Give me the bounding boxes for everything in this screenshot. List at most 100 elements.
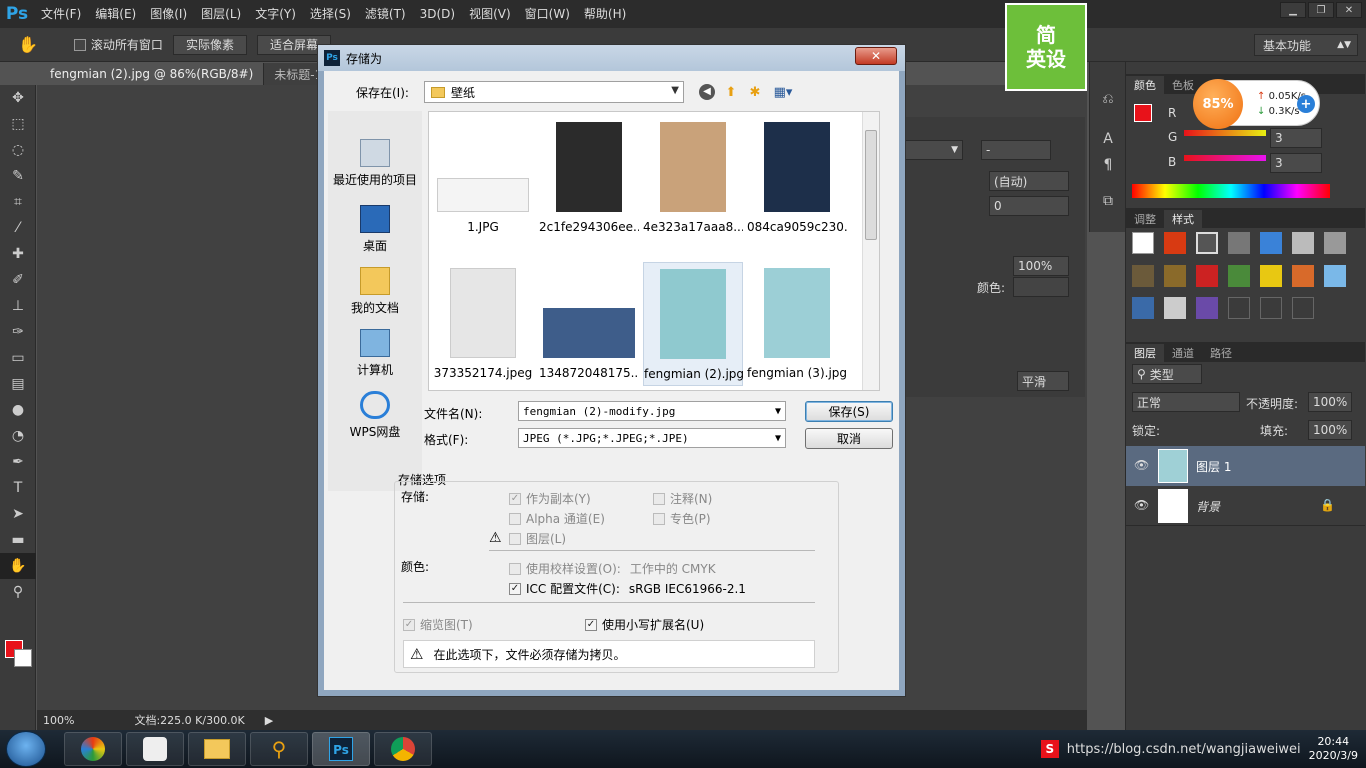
menu-view[interactable]: 视图(V)	[462, 0, 518, 28]
style-swatch[interactable]	[1228, 232, 1250, 254]
taskbar-app-icon[interactable]	[126, 732, 184, 766]
layers-checkbox[interactable]: 图层(L)	[509, 530, 566, 547]
anti-alias-select[interactable]: 平滑	[1017, 371, 1069, 391]
eye-icon[interactable]: 👁	[1134, 498, 1149, 512]
eraser-tool-icon[interactable]: ▭	[0, 345, 36, 371]
status-arrow-icon[interactable]: ▶	[265, 714, 273, 727]
style-none-swatch[interactable]	[1132, 232, 1154, 254]
zoom-level[interactable]: 100%	[43, 714, 74, 727]
file-item[interactable]: 2c1fe294306ee...	[539, 116, 639, 240]
view-menu-icon[interactable]: ▦▾	[770, 83, 796, 101]
path-select-tool-icon[interactable]: ➤	[0, 501, 36, 527]
file-item[interactable]: 1.JPG	[433, 116, 533, 240]
start-button[interactable]	[6, 731, 46, 767]
lowercase-ext-checkbox[interactable]: ✓ 使用小写扩展名(U)	[585, 616, 704, 633]
spot-checkbox[interactable]: 专色(P)	[653, 510, 711, 527]
history-brush-icon[interactable]: ✑	[0, 319, 36, 345]
tab-adjustments[interactable]: 调整	[1126, 210, 1164, 228]
notes-checkbox[interactable]: 注释(N)	[653, 490, 712, 507]
blur-tool-icon[interactable]: ●	[0, 397, 36, 423]
icc-checkbox[interactable]: ✓ ICC 配置文件(C): sRGB IEC61966-2.1	[509, 580, 746, 597]
menu-3d[interactable]: 3D(D)	[413, 0, 462, 28]
restore-button[interactable]: ❐	[1308, 2, 1334, 18]
layer-row[interactable]: 👁 背景 🔒	[1126, 486, 1365, 526]
new-folder-icon[interactable]: ✱	[746, 83, 764, 101]
blend-mode-select[interactable]: 正常	[1132, 392, 1240, 412]
sogou-ime-icon[interactable]: S	[1040, 740, 1059, 758]
file-item[interactable]: 4e323a17aaa8...	[643, 116, 743, 240]
zoom-tool-icon[interactable]: ⚲	[0, 579, 36, 605]
pen-tool-icon[interactable]: ✒	[0, 449, 36, 475]
style-swatch[interactable]	[1324, 264, 1346, 287]
font-size-select[interactable]: -	[981, 140, 1051, 160]
tab-paths[interactable]: 路径	[1202, 344, 1240, 362]
filename-input[interactable]: fengmian (2)-modify.jpg ▼	[518, 401, 786, 421]
style-swatch[interactable]	[1132, 297, 1154, 320]
style-swatch[interactable]	[1260, 232, 1282, 254]
g-value-input[interactable]: 3	[1270, 128, 1322, 148]
menu-edit[interactable]: 编辑(E)	[88, 0, 143, 28]
tab-channels[interactable]: 通道	[1164, 344, 1202, 362]
file-item[interactable]: 084ca9059c230...	[747, 116, 847, 240]
color-fg-swatch[interactable]	[1134, 104, 1152, 122]
background-color-swatch[interactable]	[14, 649, 32, 667]
style-swatch[interactable]	[1228, 264, 1250, 287]
thumbnail-checkbox[interactable]: ✓ 缩览图(T)	[403, 616, 473, 633]
taskbar-search-icon[interactable]: ⚲	[250, 732, 308, 766]
b-value-input[interactable]: 3	[1270, 153, 1322, 173]
menu-image[interactable]: 图像(I)	[143, 0, 194, 28]
taskbar-explorer-icon[interactable]	[188, 732, 246, 766]
close-window-button[interactable]: ✕	[1336, 2, 1362, 18]
style-swatch[interactable]	[1196, 232, 1218, 254]
up-folder-icon[interactable]: ⬆	[722, 83, 740, 101]
move-tool-icon[interactable]: ✥	[0, 85, 36, 111]
type-tool-icon[interactable]: T	[0, 475, 36, 501]
menu-layer[interactable]: 图层(L)	[194, 0, 248, 28]
tab-styles[interactable]: 样式	[1164, 210, 1202, 228]
leading-select[interactable]: (自动)	[989, 171, 1069, 191]
crop-tool-icon[interactable]: ⌗	[0, 189, 36, 215]
menu-select[interactable]: 选择(S)	[303, 0, 358, 28]
style-swatch[interactable]	[1164, 297, 1186, 320]
back-icon[interactable]: ◀	[698, 83, 716, 101]
save-in-combo[interactable]: 壁纸 ▼	[424, 81, 684, 103]
taskbar-app-icon[interactable]	[64, 732, 122, 766]
save-button[interactable]: 保存(S)	[805, 401, 893, 422]
place-documents[interactable]: 我的文档	[328, 267, 422, 316]
menu-help[interactable]: 帮助(H)	[577, 0, 633, 28]
dialog-close-button[interactable]: ✕	[855, 47, 897, 65]
layer-kind-filter[interactable]: ⚲ 类型	[1132, 364, 1202, 384]
dialog-title-bar[interactable]: Ps 存储为 ✕	[318, 45, 905, 71]
gradient-tool-icon[interactable]: ▤	[0, 371, 36, 397]
place-computer[interactable]: 计算机	[328, 329, 422, 378]
quick-select-tool-icon[interactable]: ✎	[0, 163, 36, 189]
horizontal-scale-input[interactable]: 100%	[1013, 256, 1069, 276]
stamp-tool-icon[interactable]: ⊥	[0, 293, 36, 319]
scrollbar-thumb[interactable]	[865, 130, 877, 240]
place-desktop[interactable]: 桌面	[328, 205, 422, 254]
b-slider[interactable]	[1184, 155, 1266, 161]
network-speed-widget[interactable]: 85% ↑ 0.05K/s ↓ 0.3K/s +	[1193, 79, 1320, 129]
style-swatch[interactable]	[1260, 297, 1282, 320]
fill-input[interactable]: 100%	[1308, 420, 1352, 440]
hand-tool-icon[interactable]: ✋	[0, 553, 36, 579]
font-style-select[interactable]: ▼	[905, 140, 963, 160]
history-panel-icon[interactable]: ⎌	[1090, 86, 1126, 112]
lasso-tool-icon[interactable]: ◌	[0, 137, 36, 163]
text-color-swatch[interactable]	[1013, 277, 1069, 297]
plus-icon[interactable]: +	[1297, 95, 1315, 113]
marquee-tool-icon[interactable]: ⬚	[0, 111, 36, 137]
menu-file[interactable]: 文件(F)	[34, 0, 88, 28]
style-swatch[interactable]	[1196, 264, 1218, 287]
menu-window[interactable]: 窗口(W)	[518, 0, 577, 28]
style-swatch[interactable]	[1292, 264, 1314, 287]
style-swatch[interactable]	[1164, 232, 1186, 254]
style-swatch[interactable]	[1292, 297, 1314, 320]
file-item[interactable]: 134872048175...	[539, 262, 639, 386]
clock[interactable]: 20:44 2020/3/9	[1309, 735, 1358, 763]
doc-tab-fengmian[interactable]: fengmian (2).jpg @ 86%(RGB/8#)	[40, 63, 265, 85]
brush-tool-icon[interactable]: ✐	[0, 267, 36, 293]
layer-row[interactable]: 👁 图层 1	[1126, 446, 1365, 486]
as-copy-checkbox[interactable]: ✓ 作为副本(Y)	[509, 490, 591, 507]
style-swatch[interactable]	[1260, 264, 1282, 287]
